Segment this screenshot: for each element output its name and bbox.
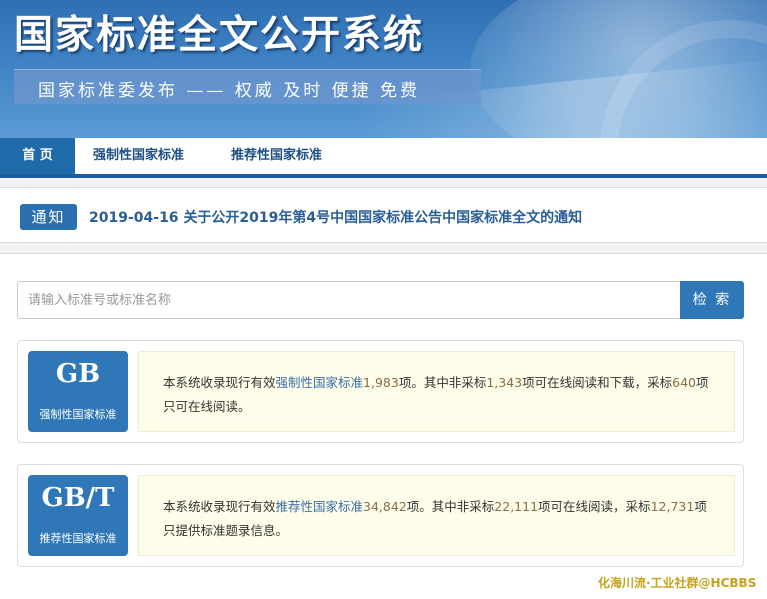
mandatory-standards-link[interactable]: 强制性国家标准 <box>276 375 364 390</box>
notice-tag: 通知 <box>20 204 77 230</box>
standard-card-gb: GB 强制性国家标准 本系统收录现行有效强制性国家标准1,983项。其中非采标1… <box>17 340 744 443</box>
badge-label: 推荐性国家标准 <box>39 532 117 545</box>
site-slogan: 国家标准委发布 —— 权威 及时 便捷 免费 <box>38 81 421 101</box>
non-adopted-count: 22,111 <box>494 499 539 514</box>
desc-mid1: 项。其中非采标 <box>398 375 487 390</box>
notice-date: 2019-04-16 <box>89 210 179 226</box>
notice-text: 关于公开2019年第4号中国国家标准公告中国家标准全文的通知 <box>183 210 583 226</box>
notice-bar: 通知 2019-04-16 关于公开2019年第4号中国国家标准公告中国家标准全… <box>0 187 767 243</box>
nav-item-mandatory-standards[interactable]: 强制性国家标准 <box>93 138 184 174</box>
nav-item-home[interactable]: 首 页 <box>0 138 75 174</box>
site-title: 国家标准全文公开系统 <box>14 13 425 58</box>
search-button[interactable]: 检 索 <box>680 281 744 319</box>
slogan-bar: 国家标准委发布 —— 权威 及时 便捷 免费 <box>14 69 481 104</box>
total-count: 34,842 <box>363 499 407 514</box>
desc-prefix: 本系统收录现行有效 <box>163 375 276 390</box>
notice-link[interactable]: 2019-04-16 关于公开2019年第4号中国国家标准公告中国家标准全文的通… <box>89 207 582 227</box>
recommended-standards-link[interactable]: 推荐性国家标准 <box>276 499 364 514</box>
description-text: 本系统收录现行有效强制性国家标准1,983项。其中非采标1,343项可在线阅读和… <box>163 371 711 419</box>
desc-prefix: 本系统收录现行有效 <box>163 499 276 514</box>
badge-code: GB <box>55 359 101 389</box>
main-nav: 首 页 强制性国家标准 推荐性国家标准 <box>0 138 767 178</box>
desc-mid2: 项可在线阅读，采标 <box>538 499 651 514</box>
gb-badge[interactable]: GB 强制性国家标准 <box>28 351 128 432</box>
gbt-badge[interactable]: GB/T 推荐性国家标准 <box>28 475 128 556</box>
desc-mid2: 项可在线阅读和下载，采标 <box>522 375 673 390</box>
desc-mid1: 项。其中非采标 <box>406 499 495 514</box>
search-input[interactable] <box>17 281 681 319</box>
badge-label: 强制性国家标准 <box>39 408 117 421</box>
non-adopted-count: 1,343 <box>486 375 523 390</box>
adopted-count: 640 <box>672 375 697 390</box>
standard-card-gbt: GB/T 推荐性国家标准 本系统收录现行有效推荐性国家标准34,842项。其中非… <box>17 464 744 567</box>
adopted-count: 12,731 <box>650 499 695 514</box>
card-description: 本系统收录现行有效强制性国家标准1,983项。其中非采标1,343项可在线阅读和… <box>138 351 735 432</box>
total-count: 1,983 <box>363 375 399 390</box>
header-banner: 国家标准全文公开系统 国家标准委发布 —— 权威 及时 便捷 免费 <box>0 0 767 138</box>
nav-item-recommended-standards[interactable]: 推荐性国家标准 <box>231 138 322 174</box>
description-text: 本系统收录现行有效推荐性国家标准34,842项。其中非采标22,111项可在线阅… <box>163 495 711 543</box>
main-content: 检 索 GB 强制性国家标准 本系统收录现行有效强制性国家标准1,983项。其中… <box>0 253 767 599</box>
watermark: 化海川流·工业社群@HCBBS <box>598 576 757 590</box>
badge-code: GB/T <box>41 483 115 513</box>
card-description: 本系统收录现行有效推荐性国家标准34,842项。其中非采标22,111项可在线阅… <box>138 475 735 556</box>
